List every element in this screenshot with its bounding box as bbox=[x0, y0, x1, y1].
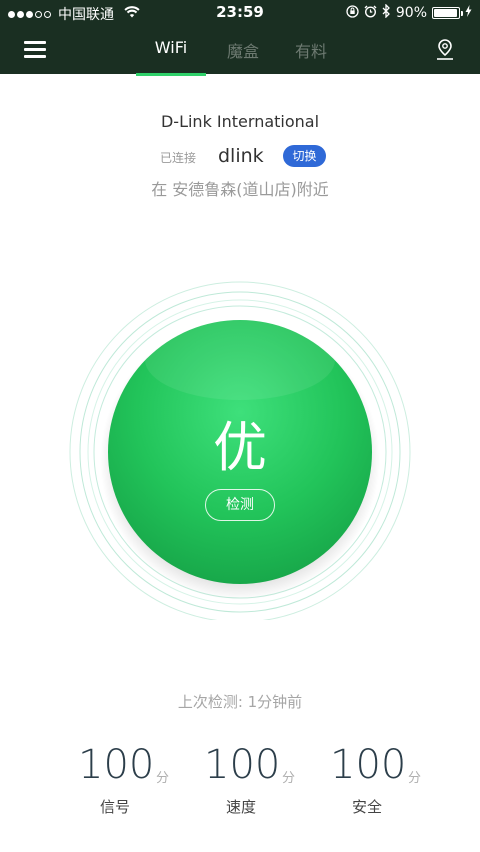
status-right: 90% bbox=[346, 3, 472, 22]
wifi-grade[interactable]: 优 bbox=[0, 418, 480, 478]
check-button[interactable]: 检测 bbox=[205, 489, 275, 521]
location-pin-icon[interactable] bbox=[434, 38, 456, 62]
stat-safety: 100 分 安全 bbox=[330, 740, 440, 820]
stat-safety-value: 100 bbox=[330, 742, 407, 788]
stat-speed-value: 100 bbox=[204, 742, 281, 788]
battery-percent: 90% bbox=[395, 5, 427, 21]
stat-signal-value: 100 bbox=[78, 742, 155, 788]
charging-bolt-icon bbox=[465, 5, 472, 21]
switch-network-button[interactable]: 切换 bbox=[283, 145, 326, 167]
tab-mohe-label: 魔盒 bbox=[226, 42, 259, 61]
stat-safety-unit: 分 bbox=[408, 771, 422, 786]
stat-speed: 100 分 速度 bbox=[204, 740, 314, 820]
top-bar: 中国联通 23:59 90% WiFi 魔盒 有料 bbox=[0, 0, 480, 76]
stat-safety-label: 安全 bbox=[351, 798, 382, 816]
header-nav: WiFi 魔盒 有料 bbox=[0, 26, 480, 76]
connection-row: 已连接 dlink 切换 bbox=[0, 142, 480, 170]
wifi-screen: 中国联通 23:59 90% WiFi 魔盒 有料 D-Link Interna… bbox=[0, 0, 480, 852]
battery-icon bbox=[432, 7, 463, 19]
stat-speed-unit: 分 bbox=[282, 771, 296, 786]
tab-wifi-label: WiFi bbox=[154, 38, 188, 57]
tab-youliao-label: 有料 bbox=[294, 42, 327, 61]
active-tab-indicator bbox=[136, 73, 206, 76]
tab-mohe[interactable]: 魔盒 bbox=[218, 38, 268, 74]
stat-signal-label: 信号 bbox=[99, 798, 130, 816]
ssid-name: dlink bbox=[218, 145, 264, 167]
hamburger-menu-icon[interactable] bbox=[24, 40, 46, 58]
stat-signal: 100 分 信号 bbox=[78, 740, 188, 820]
rotation-lock-icon bbox=[346, 4, 359, 22]
bluetooth-icon bbox=[382, 3, 391, 22]
tab-wifi[interactable]: WiFi bbox=[136, 38, 206, 76]
stat-speed-label: 速度 bbox=[225, 798, 256, 816]
status-bar: 中国联通 23:59 90% bbox=[0, 0, 480, 26]
connected-status-label: 已连接 bbox=[160, 151, 197, 165]
alarm-clock-icon bbox=[364, 5, 377, 22]
network-provider-name: D-Link International bbox=[160, 112, 320, 131]
wifi-quality-gauge: 优 检测 bbox=[0, 280, 480, 620]
button-highlight bbox=[145, 320, 335, 400]
stat-signal-unit: 分 bbox=[156, 771, 170, 786]
tab-youliao[interactable]: 有料 bbox=[286, 38, 336, 74]
location-text: 在 安德鲁森(道山店)附近 bbox=[151, 180, 329, 199]
last-check-time: 上次检测: 1分钟前 bbox=[177, 693, 303, 711]
